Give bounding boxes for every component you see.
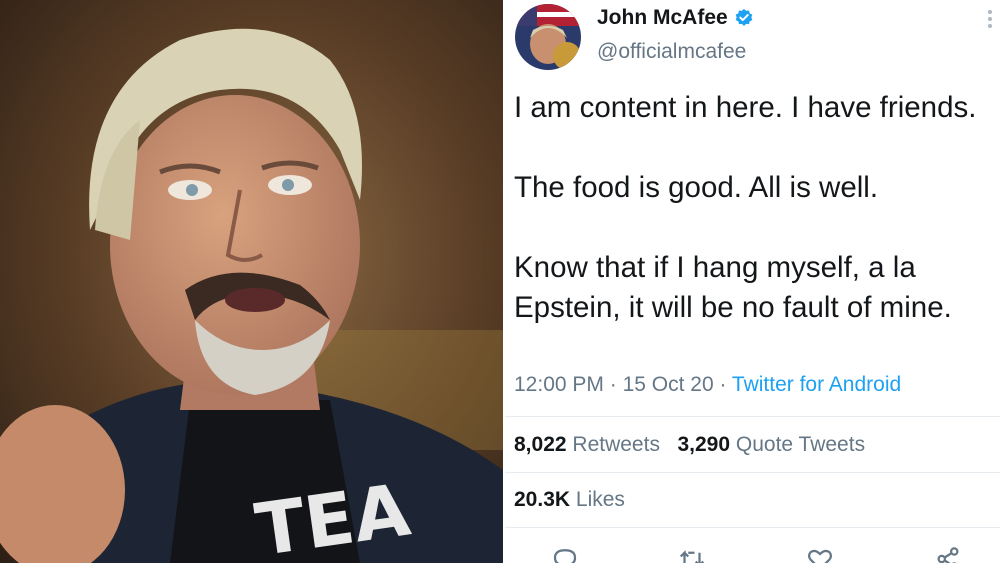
tweet-card: John McAfee @officialmcafee I am content… <box>505 0 1000 563</box>
author-handle[interactable]: @officialmcafee <box>597 40 746 64</box>
divider-line <box>505 416 1000 417</box>
share-icon[interactable] <box>933 544 963 563</box>
tweet-text: I am content in here. I have friends. Th… <box>514 88 994 368</box>
quotes-label: Quote Tweets <box>735 433 866 456</box>
avatar[interactable] <box>515 4 581 70</box>
tweet-source[interactable]: Twitter for Android <box>732 373 901 396</box>
like-icon[interactable] <box>805 544 835 563</box>
retweets-stat[interactable]: 8,022 Retweets <box>514 433 660 456</box>
action-bar <box>505 540 1000 563</box>
tweet-meta: 12:00 PM · 15 Oct 20 · Twitter for Andro… <box>514 373 901 397</box>
author-name[interactable]: John McAfee <box>597 6 728 30</box>
reply-icon[interactable] <box>550 544 580 563</box>
retweets-count: 8,022 <box>514 433 567 456</box>
likes-label: Likes <box>575 488 625 511</box>
news-photo: TEA <box>0 0 503 563</box>
retweets-label: Retweets <box>572 433 660 456</box>
divider-line <box>505 527 1000 528</box>
retweet-icon[interactable] <box>677 544 707 563</box>
more-icon[interactable] <box>988 10 992 31</box>
meta-separator: · <box>719 373 732 396</box>
likes-stat[interactable]: 20.3K Likes <box>514 488 625 512</box>
tweet-paragraph: I am content in here. I have friends. <box>514 91 977 124</box>
quotes-stat[interactable]: 3,290 Quote Tweets <box>677 433 865 456</box>
tweet-paragraph: Know that if I hang myself, a la Epstein… <box>514 251 952 324</box>
tweet-date[interactable]: 15 Oct 20 <box>623 373 714 396</box>
quotes-count: 3,290 <box>677 433 731 456</box>
divider-line <box>505 472 1000 473</box>
meta-separator: · <box>609 373 623 396</box>
engagement-stats: 8,022 Retweets 3,290 Quote Tweets <box>514 433 865 457</box>
likes-count: 20.3K <box>514 488 571 511</box>
verified-icon <box>735 8 753 26</box>
tweet-paragraph: The food is good. All is well. <box>514 171 879 204</box>
tweet-time[interactable]: 12:00 PM <box>514 373 604 396</box>
